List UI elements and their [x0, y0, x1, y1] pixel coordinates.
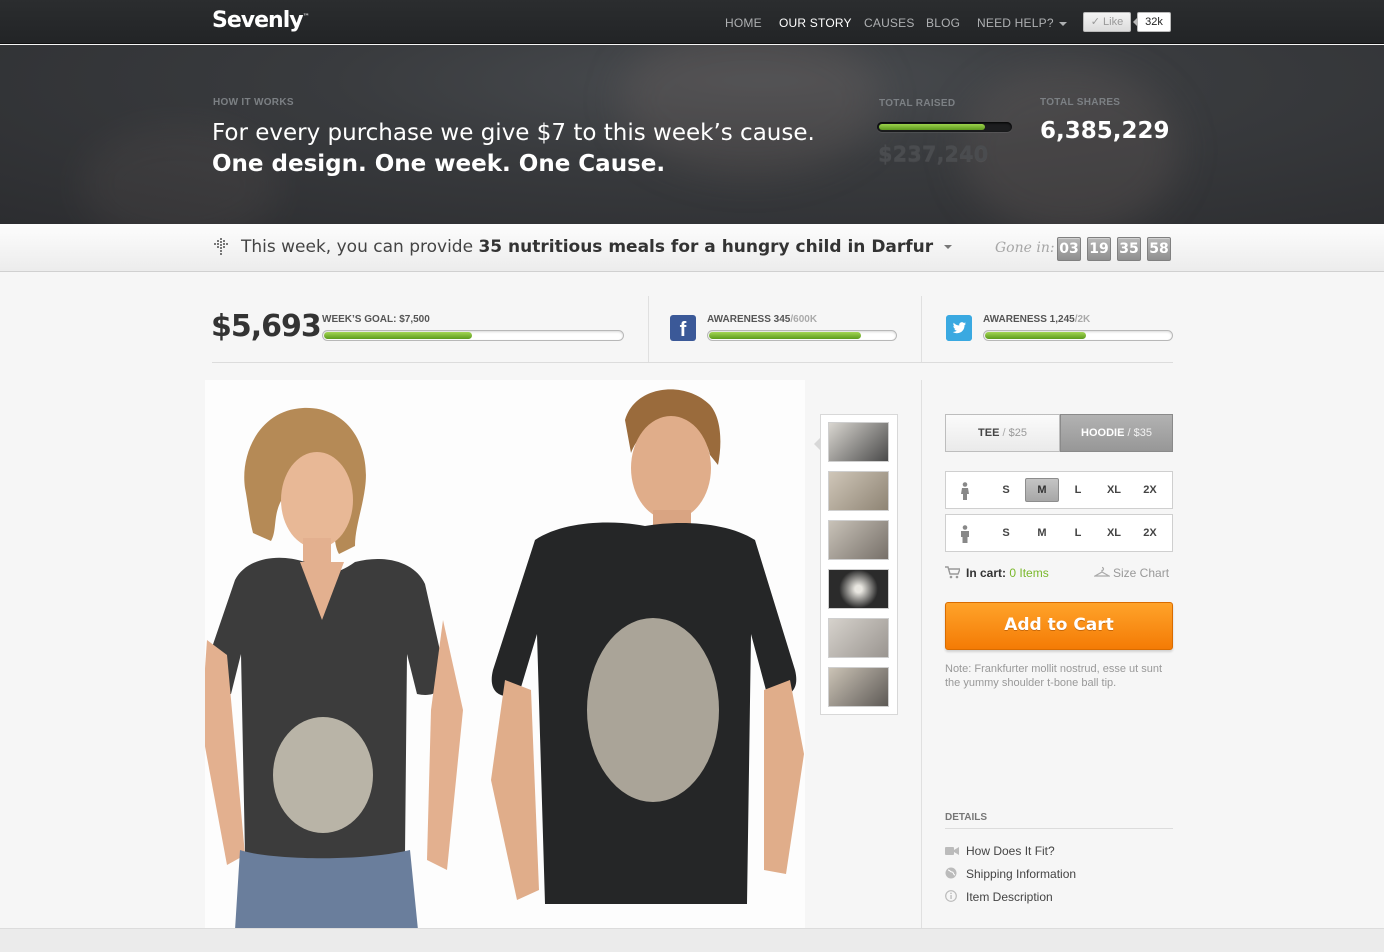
- twitter-awareness-progress: [983, 330, 1173, 341]
- how-does-it-fit-link[interactable]: How Does It Fit?: [966, 844, 1055, 858]
- countdown-minutes: 35: [1117, 237, 1141, 261]
- facebook-icon[interactable]: f: [670, 315, 696, 341]
- cart-icon: [945, 566, 960, 579]
- size-option[interactable]: S: [989, 521, 1023, 545]
- divider: [648, 296, 649, 362]
- female-icon: [961, 482, 969, 500]
- total-raised-progress: [877, 122, 1012, 132]
- item-description-link[interactable]: Item Description: [966, 890, 1053, 904]
- divider: [921, 380, 922, 928]
- countdown-seconds: 58: [1147, 237, 1171, 261]
- facebook-awareness-progress: [707, 330, 897, 341]
- weekly-goal-label: WEEK’S GOAL: $7,500: [322, 314, 430, 325]
- nav-our-story[interactable]: OUR STORY: [779, 16, 852, 30]
- product-thumbnail[interactable]: [828, 422, 889, 462]
- weekly-goal-progress-fill: [324, 332, 472, 339]
- size-option[interactable]: S: [989, 478, 1023, 502]
- size-option[interactable]: L: [1061, 478, 1095, 502]
- model-woman: [201, 407, 463, 930]
- product-thumbnail[interactable]: [828, 471, 889, 511]
- divider: [212, 362, 1173, 363]
- hanger-icon: [1094, 566, 1110, 577]
- size-option-selected[interactable]: M: [1025, 478, 1059, 502]
- facebook-awareness-label: AWARENESS 345/600K: [707, 314, 818, 325]
- hero-headline: For every purchase we give $7 to this we…: [212, 120, 815, 146]
- twitter-icon[interactable]: [946, 315, 972, 341]
- meal-icon: [214, 238, 228, 255]
- size-option[interactable]: XL: [1097, 521, 1131, 545]
- total-raised-progress-fill: [879, 124, 985, 130]
- model-man: [491, 389, 804, 904]
- size-option[interactable]: M: [1025, 521, 1059, 545]
- product-note: Note: Frankfurter mollit nostrud, esse u…: [945, 663, 1163, 689]
- size-option[interactable]: XL: [1097, 478, 1131, 502]
- info-icon: [945, 890, 957, 902]
- amount-raised: $5,693: [211, 309, 322, 344]
- logo[interactable]: Sevenly™: [212, 8, 310, 33]
- check-icon: ✓: [1090, 16, 1100, 28]
- size-option[interactable]: 2X: [1133, 521, 1167, 545]
- product-thumbnail[interactable]: [828, 618, 889, 658]
- countdown-days: 03: [1057, 237, 1081, 261]
- facebook-awareness-progress-fill: [709, 332, 862, 339]
- cause-description[interactable]: This week, you can provide 35 nutritious…: [241, 237, 952, 257]
- nav-blog[interactable]: BLOG: [926, 16, 960, 30]
- facebook-like-button[interactable]: ✓ Like: [1083, 12, 1131, 32]
- total-shares-label: TOTAL SHARES: [1040, 97, 1121, 108]
- footer-strip: [0, 928, 1384, 952]
- nav-home[interactable]: HOME: [725, 16, 762, 30]
- size-option[interactable]: 2X: [1133, 478, 1167, 502]
- countdown-hours: 19: [1087, 237, 1111, 261]
- style-option-tee[interactable]: TEE / $25: [945, 414, 1060, 452]
- product-image: [201, 380, 805, 930]
- hero-background-photo-2: [960, 65, 1180, 224]
- male-icon: [961, 525, 969, 543]
- product-thumbnail[interactable]: [828, 569, 889, 609]
- in-cart-status: In cart: 0 Items: [966, 566, 1049, 580]
- divider: [921, 296, 922, 362]
- hero-subheadline: One design. One week. One Cause.: [212, 151, 666, 177]
- like-count: 32k: [1133, 12, 1171, 32]
- how-it-works-label: HOW IT WORKS: [213, 97, 294, 108]
- size-chart-link[interactable]: Size Chart: [1113, 566, 1169, 580]
- product-thumbnail[interactable]: [828, 520, 889, 560]
- nav-causes[interactable]: CAUSES: [864, 16, 915, 30]
- add-to-cart-button[interactable]: Add to Cart: [945, 602, 1173, 650]
- weekly-goal-progress: [322, 330, 624, 341]
- gone-in-label: Gone in:: [995, 240, 1055, 256]
- size-option[interactable]: L: [1061, 521, 1095, 545]
- total-shares-value: 6,385,229: [1040, 118, 1170, 144]
- globe-icon: [945, 867, 957, 879]
- product-models-illustration: [201, 389, 804, 930]
- details-heading: DETAILS: [945, 812, 988, 823]
- style-option-hoodie[interactable]: HOODIE / $35: [1060, 414, 1173, 452]
- video-icon: [945, 847, 959, 855]
- chevron-down-icon: [1058, 21, 1067, 26]
- twitter-awareness-label: AWARENESS 1,245/2K: [983, 314, 1091, 325]
- product-thumbnail[interactable]: [828, 667, 889, 707]
- nav-need-help[interactable]: NEED HELP?: [977, 16, 1067, 30]
- divider: [945, 828, 1173, 829]
- twitter-awareness-progress-fill: [985, 332, 1087, 339]
- top-navbar: [0, 0, 1384, 44]
- total-raised-label: TOTAL RAISED: [879, 98, 956, 109]
- total-raised-value: $237,240: [878, 142, 989, 166]
- chevron-down-icon: [943, 245, 952, 249]
- shipping-information-link[interactable]: Shipping Information: [966, 867, 1076, 881]
